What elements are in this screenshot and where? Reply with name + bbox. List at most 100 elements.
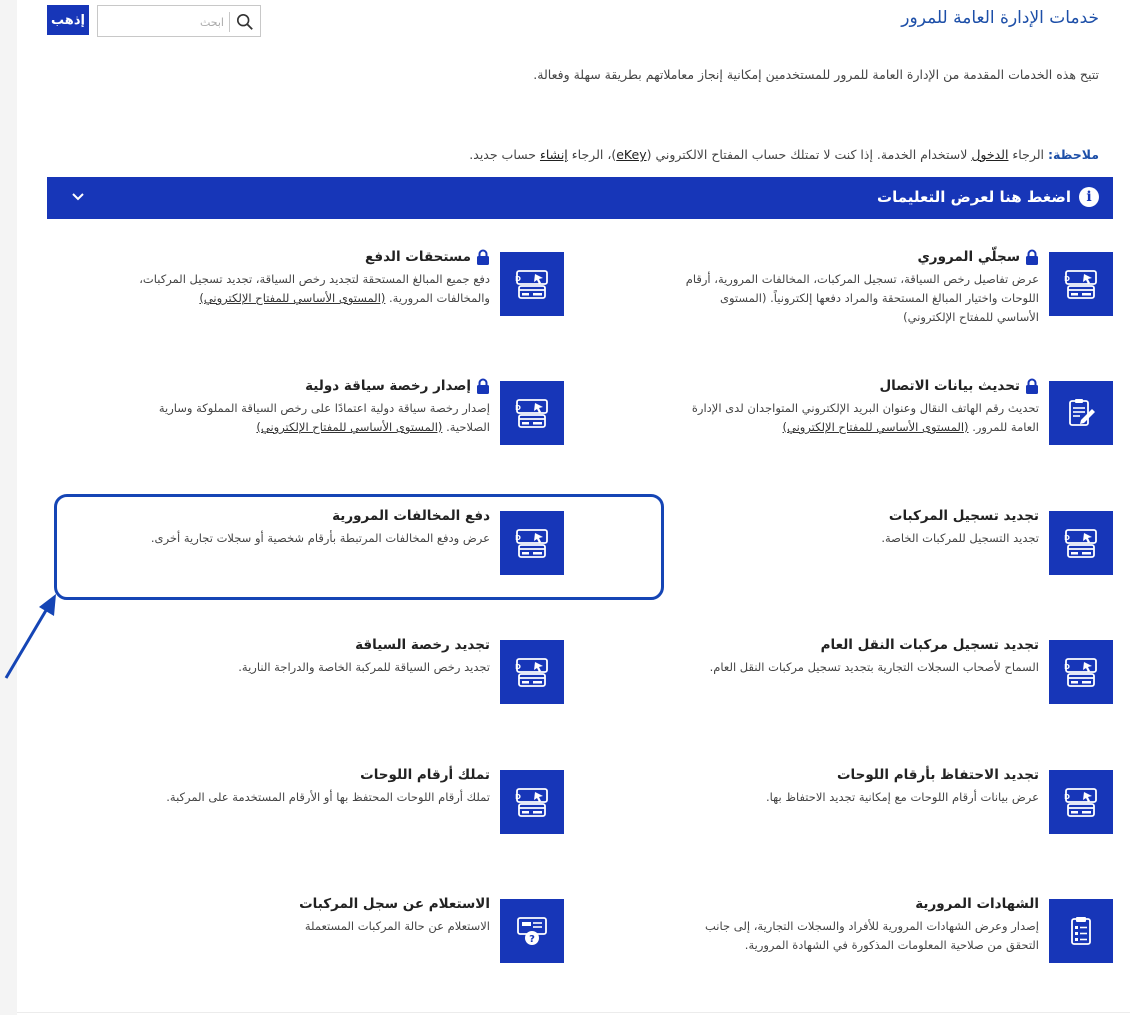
service-title-text: الاستعلام عن سجل المركبات [299,896,490,912]
service-desc: تملك أرقام اللوحات المحتفظ بها أو الأرقا… [166,788,490,807]
service-desc-line: تجديد رخص السياقة للمركبة الخاصة والدراج… [238,660,490,674]
service-title[interactable]: تجديد الاحتفاظ بأرقام اللوحات [837,767,1039,783]
card-payment-icon: BD [515,399,548,428]
service-desc-line: التحقق من صلاحية المعلومات المذكورة في ا… [744,938,1039,952]
service-desc: عرض بيانات أرقام اللوحات مع إمكانية تجدي… [766,788,1039,807]
service-tile [1049,899,1113,963]
service-title[interactable]: تحديث بيانات الاتصال [879,378,1039,394]
note-label: ملاحظة: [1048,147,1099,162]
service-desc: السماح لأصحاب السجلات التجارية بتجديد تس… [710,658,1039,677]
service-title-text: تجديد تسجيل مركبات النقل العام [820,637,1039,653]
svg-text:BD: BD [515,275,521,283]
service-desc-line: الصلاحية. (المستوى الأساسي للمفتاح الإلك… [256,420,490,434]
instructions-label: اضغط هنا لعرض التعليمات [877,188,1071,206]
page-title: خدمات الإدارة العامة للمرور [901,8,1099,28]
service-desc: عرض تفاصيل رخص السياقة، تسجيل المركبات، … [686,270,1039,327]
service-card-renew-driving-license[interactable]: BD تجديد رخصة السياقة تجديد رخص السياقة … [51,637,564,712]
card-payment-icon: BD [515,658,548,687]
service-card-international-license[interactable]: BD إصدار رخصة سياقة دولية إصدار رخصة سيا… [51,378,564,453]
svg-text:BD: BD [1064,275,1070,283]
service-desc-line: العامة للمرور. (المستوى الأساسي للمفتاح … [782,420,1039,434]
service-tile: BD [1049,252,1113,316]
search-input[interactable] [114,13,224,31]
service-title[interactable]: الاستعلام عن سجل المركبات [299,896,490,912]
service-title[interactable]: تجديد تسجيل المركبات [889,508,1039,524]
service-desc-line: تملك أرقام اللوحات المحتفظ بها أو الأرقا… [166,790,490,804]
go-button[interactable]: إذهب [47,5,89,35]
card-payment-icon: BD [1064,529,1097,558]
svg-text:BD: BD [1064,663,1070,671]
note-text-1: الرجاء [1008,147,1048,162]
ekey-level-link[interactable]: (المستوى الأساسي للمفتاح الإلكتروني) [199,291,385,305]
pointer-arrow-icon [4,594,56,679]
svg-text:BD: BD [515,793,521,801]
service-desc-line: تحديث رقم الهاتف النقال وعنوان البريد ال… [691,401,1039,415]
service-card-update-contact[interactable]: تحديث بيانات الاتصال تحديث رقم الهاتف ال… [605,378,1113,453]
service-tile: BD [500,770,564,834]
service-title[interactable]: سجلّي المروري [917,249,1039,265]
card-payment-icon: BD [1064,788,1097,817]
svg-text:BD: BD [1064,534,1070,542]
service-title-text: تجديد تسجيل المركبات [888,508,1039,524]
service-title-text: سجلّي المروري [917,249,1020,265]
service-tile [1049,381,1113,445]
service-desc-line: السماح لأصحاب السجلات التجارية بتجديد تس… [709,660,1039,674]
footer-divider [17,1012,1130,1013]
service-tile: BD [1049,511,1113,575]
service-card-vehicle-record-inquiry[interactable]: ? الاستعلام عن سجل المركبات الاستعلام عن… [51,896,564,971]
search-box [97,5,261,37]
service-title[interactable]: تجديد رخصة السياقة [355,637,490,653]
service-card-own-plate-numbers[interactable]: BD تملك أرقام اللوحات تملك أرقام اللوحات… [51,767,564,842]
service-card-renew-vehicle-registration[interactable]: BD تجديد تسجيل المركبات تجديد التسجيل لل… [605,508,1113,583]
service-card-renew-public-transport[interactable]: BD تجديد تسجيل مركبات النقل العام السماح… [605,637,1113,712]
service-desc-line: والمخالفات المرورية. (المستوى الأساسي لل… [199,291,490,305]
card-payment-icon: BD [515,788,548,817]
service-tile: BD [1049,770,1113,834]
service-card-payment-dues[interactable]: BD مستحقات الدفع دفع جميع المبالغ المستح… [51,249,564,324]
service-desc: تحديث رقم الهاتف النقال وعنوان البريد ال… [692,399,1039,437]
service-title-text: إصدار رخصة سياقة دولية [305,378,471,394]
left-margin-strip [0,0,17,1015]
search-icon[interactable] [236,13,254,31]
login-link[interactable]: الدخول [971,147,1008,162]
service-title[interactable]: مستحقات الدفع [365,249,490,265]
service-desc-line: إصدار رخصة سياقة دولية اعتمادًا على رخص … [158,401,490,415]
svg-text:?: ? [529,934,535,945]
service-title[interactable]: إصدار رخصة سياقة دولية [305,378,490,394]
note-text-3: )، الرجاء [567,147,617,162]
instructions-toggle[interactable]: i اضغط هنا لعرض التعليمات [47,177,1113,219]
service-tile: BD [1049,640,1113,704]
create-account-link[interactable]: إنشاء [540,147,568,162]
edit-document-icon [1069,399,1095,426]
service-card-traffic-record[interactable]: BD سجلّي المروري عرض تفاصيل رخص السياقة،… [605,249,1113,327]
service-desc: تجديد التسجيل للمركبات الخاصة. [881,529,1039,548]
service-title-text: الشهادات المرورية [915,896,1039,912]
service-title-text: تملك أرقام اللوحات [360,767,490,783]
service-title-text: تجديد رخصة السياقة [355,637,490,653]
ekey-level-link[interactable]: (المستوى الأساسي للمفتاح الإلكتروني) [256,420,442,434]
service-tile: BD [500,640,564,704]
service-card-renew-plate-retention[interactable]: BD تجديد الاحتفاظ بأرقام اللوحات عرض بيا… [605,767,1113,842]
service-desc-line: اللوحات واختيار المبالغ المستحقة والمراد… [719,291,1039,305]
service-desc: الاستعلام عن حالة المركبات المستعملة [305,917,490,936]
service-desc-line: تجديد التسجيل للمركبات الخاصة. [881,531,1039,545]
service-desc-line: إصدار وعرض الشهادات المرورية للأفراد وال… [705,919,1039,933]
ekey-link[interactable]: eKey [616,147,646,162]
highlight-box [54,494,664,600]
service-desc-line: الاستعلام عن حالة المركبات المستعملة [304,919,490,933]
chevron-down-icon [72,193,84,201]
service-desc-line: الأساسي للمفتاح الإلكتروني) [903,310,1039,324]
lock-icon [477,378,489,394]
service-desc: تجديد رخص السياقة للمركبة الخاصة والدراج… [238,658,490,677]
service-title[interactable]: تملك أرقام اللوحات [360,767,490,783]
service-tile: ? [500,899,564,963]
card-payment-icon: BD [1064,658,1097,687]
service-card-traffic-certificates[interactable]: الشهادات المرورية إصدار وعرض الشهادات ال… [605,896,1113,971]
service-tile: BD [500,381,564,445]
search-divider [229,12,230,32]
ekey-level-link[interactable]: (المستوى الأساسي للمفتاح الإلكتروني) [783,420,969,434]
service-title[interactable]: الشهادات المرورية [915,896,1039,912]
info-icon: i [1079,187,1099,207]
service-title[interactable]: تجديد تسجيل مركبات النقل العام [821,637,1039,653]
svg-text:BD: BD [1064,793,1070,801]
